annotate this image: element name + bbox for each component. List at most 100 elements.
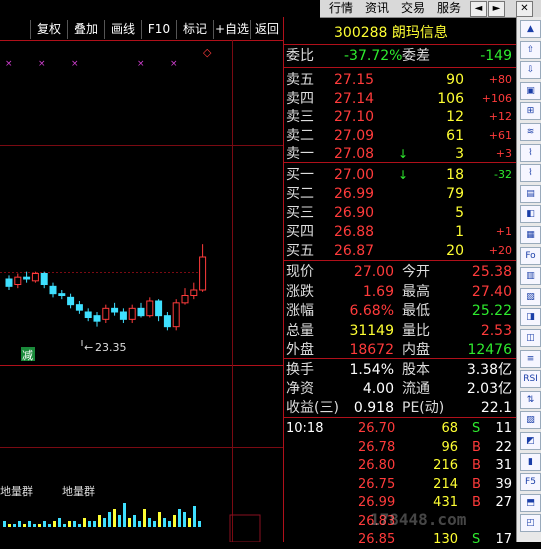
toolbar-icon[interactable]: ◩	[520, 432, 541, 450]
toolbar-icon[interactable]: Fo	[520, 246, 541, 265]
toolbar-icon[interactable]: ⇩	[520, 61, 541, 80]
tab-service[interactable]: 服务	[432, 0, 466, 17]
stat-value: 6.68%	[349, 303, 394, 319]
stat-value: 18672	[349, 342, 394, 358]
volume-box	[229, 514, 261, 542]
toolbar-icon[interactable]: ▣	[520, 81, 541, 100]
volume-bar	[198, 521, 201, 527]
ask-change: +12	[488, 110, 512, 123]
volume-bar	[63, 524, 66, 527]
volume-bar	[158, 512, 161, 527]
volume-bar	[173, 515, 176, 527]
volume-bar	[48, 524, 51, 527]
volume-bar	[133, 515, 136, 527]
bid-price: 26.99	[334, 186, 375, 202]
fund-label: 换手	[286, 362, 314, 378]
toolbar-icon[interactable]: RSI	[520, 370, 541, 389]
bid-change: +20	[488, 244, 512, 257]
volume-bar	[163, 518, 166, 527]
toolbar-icon[interactable]: ◫	[520, 329, 541, 347]
ask-row[interactable]: 卖一 27.08 ↓ 3 +3	[286, 144, 514, 164]
candle-body	[155, 300, 163, 317]
ask-price: 27.09	[334, 127, 375, 144]
kline-chart: × × × × × ◇ ← 23.35 减 地量群 地量群	[0, 40, 283, 542]
bid-row[interactable]: 买三 26.90 5	[286, 203, 514, 223]
tick-row: 26.75 214 B 39	[286, 476, 514, 494]
tick-side: B	[472, 458, 481, 473]
volume-bar	[18, 521, 21, 527]
ask-row[interactable]: 卖五 27.15 90 +80	[286, 70, 514, 90]
volume-bar	[108, 512, 111, 527]
candle-body	[40, 273, 48, 285]
stat-value: 12476	[467, 342, 512, 358]
toolbar-icon[interactable]: ▥	[520, 267, 541, 286]
stat-label: 最低	[402, 303, 430, 319]
stat-value: 31149	[349, 322, 394, 339]
toolbar-icon[interactable]: ◨	[520, 308, 541, 327]
divider	[284, 417, 516, 418]
prev-arrow-icon[interactable]: ◄	[470, 1, 487, 17]
ask-label: 卖五	[286, 72, 314, 88]
volume-bar	[38, 524, 41, 527]
toolbar-icon[interactable]: F5	[520, 473, 541, 492]
toolbar-icon[interactable]: ◧	[520, 205, 541, 224]
toolbar-icon[interactable]: ▮	[520, 452, 541, 471]
bid-row[interactable]: 买四 26.88 1 +1	[286, 222, 514, 242]
committee-diff-value: -149	[480, 48, 512, 64]
toolbar-icon[interactable]: ▦	[520, 226, 541, 244]
toolbar-icon[interactable]: ⌇	[520, 164, 541, 183]
ask-volume: 3	[455, 146, 464, 162]
tab-news[interactable]: 资讯	[360, 0, 394, 17]
tick-row: 26.78 96 B 22	[286, 439, 514, 457]
candle-body	[137, 307, 145, 317]
bid-row[interactable]: 买二 26.99 79	[286, 184, 514, 204]
volume-bar	[28, 521, 31, 527]
toolbar-icon[interactable]: ⇧	[520, 40, 541, 59]
bid-change: +1	[495, 225, 512, 238]
close-icon[interactable]: ✕	[516, 1, 533, 17]
toolbar-icon[interactable]: ≋	[520, 123, 541, 141]
volume-bar	[183, 512, 186, 527]
volume-bar	[73, 521, 76, 527]
toolbar-icon[interactable]: ▤	[520, 184, 541, 203]
toolbar-icon[interactable]: ▲	[520, 20, 541, 38]
bid-row[interactable]: 买一 27.00 ↓ 18 -32	[286, 165, 514, 185]
tick-volume: 130	[433, 532, 458, 547]
ask-volume: 12	[446, 109, 464, 125]
volume-bar	[188, 518, 191, 527]
toolbar-icon[interactable]: ▧	[520, 287, 541, 306]
bid-label: 买四	[286, 224, 314, 240]
next-arrow-icon[interactable]: ►	[488, 1, 505, 17]
candle-body	[163, 315, 171, 328]
tick-volume: 214	[433, 476, 458, 492]
tick-side: S	[472, 532, 481, 547]
fund-row: 换手 1.54% 股本 3.38亿	[286, 360, 514, 380]
tick-price: 26.78	[358, 439, 396, 455]
bid-row[interactable]: 买五 26.87 20 +20	[286, 241, 514, 261]
ask-price: 27.10	[334, 109, 375, 125]
tick-price: 26.70	[358, 421, 396, 436]
toolbar-icon[interactable]: ⌇	[520, 143, 541, 162]
toolbar-icon[interactable]: ▨	[520, 411, 541, 430]
toolbar-icon[interactable]: ⬒	[520, 493, 541, 512]
stat-row: 涨跌 1.69 最高 27.40	[286, 282, 514, 302]
ask-row[interactable]: 卖二 27.09 61 +61	[286, 126, 514, 146]
volume-bars	[3, 503, 201, 527]
stat-label: 内盘	[402, 342, 430, 358]
toolbar-icon[interactable]: ⊞	[520, 102, 541, 121]
tab-trade[interactable]: 交易	[396, 0, 430, 17]
ask-row[interactable]: 卖四 27.14 106 +106	[286, 89, 514, 109]
stat-row: 涨幅 6.68% 最低 25.22	[286, 301, 514, 321]
candle-body	[14, 276, 22, 285]
stat-label: 现价	[286, 264, 314, 280]
candle-body	[84, 311, 92, 318]
volume-bar	[13, 524, 16, 527]
tab-market[interactable]: 行情	[324, 0, 358, 17]
toolbar-icon[interactable]: ⇅	[520, 390, 541, 409]
toolbar-icon[interactable]: ≡	[520, 349, 541, 368]
tick-count: 22	[495, 439, 512, 455]
ask-price: 27.14	[334, 90, 375, 107]
right-tool-column: ▲ ⇧ ⇩ ▣ ⊞ ≋ ⌇ ⌇ ▤ ◧ ▦ Fo ▥ ▧ ◨ ◫ ≡ RSI ⇅ ▨ ◩ ▮ F5 ⬒ ◰	[516, 17, 541, 542]
toolbar-icon[interactable]: ◰	[520, 514, 541, 533]
ask-row[interactable]: 卖三 27.10 12 +12	[286, 107, 514, 127]
